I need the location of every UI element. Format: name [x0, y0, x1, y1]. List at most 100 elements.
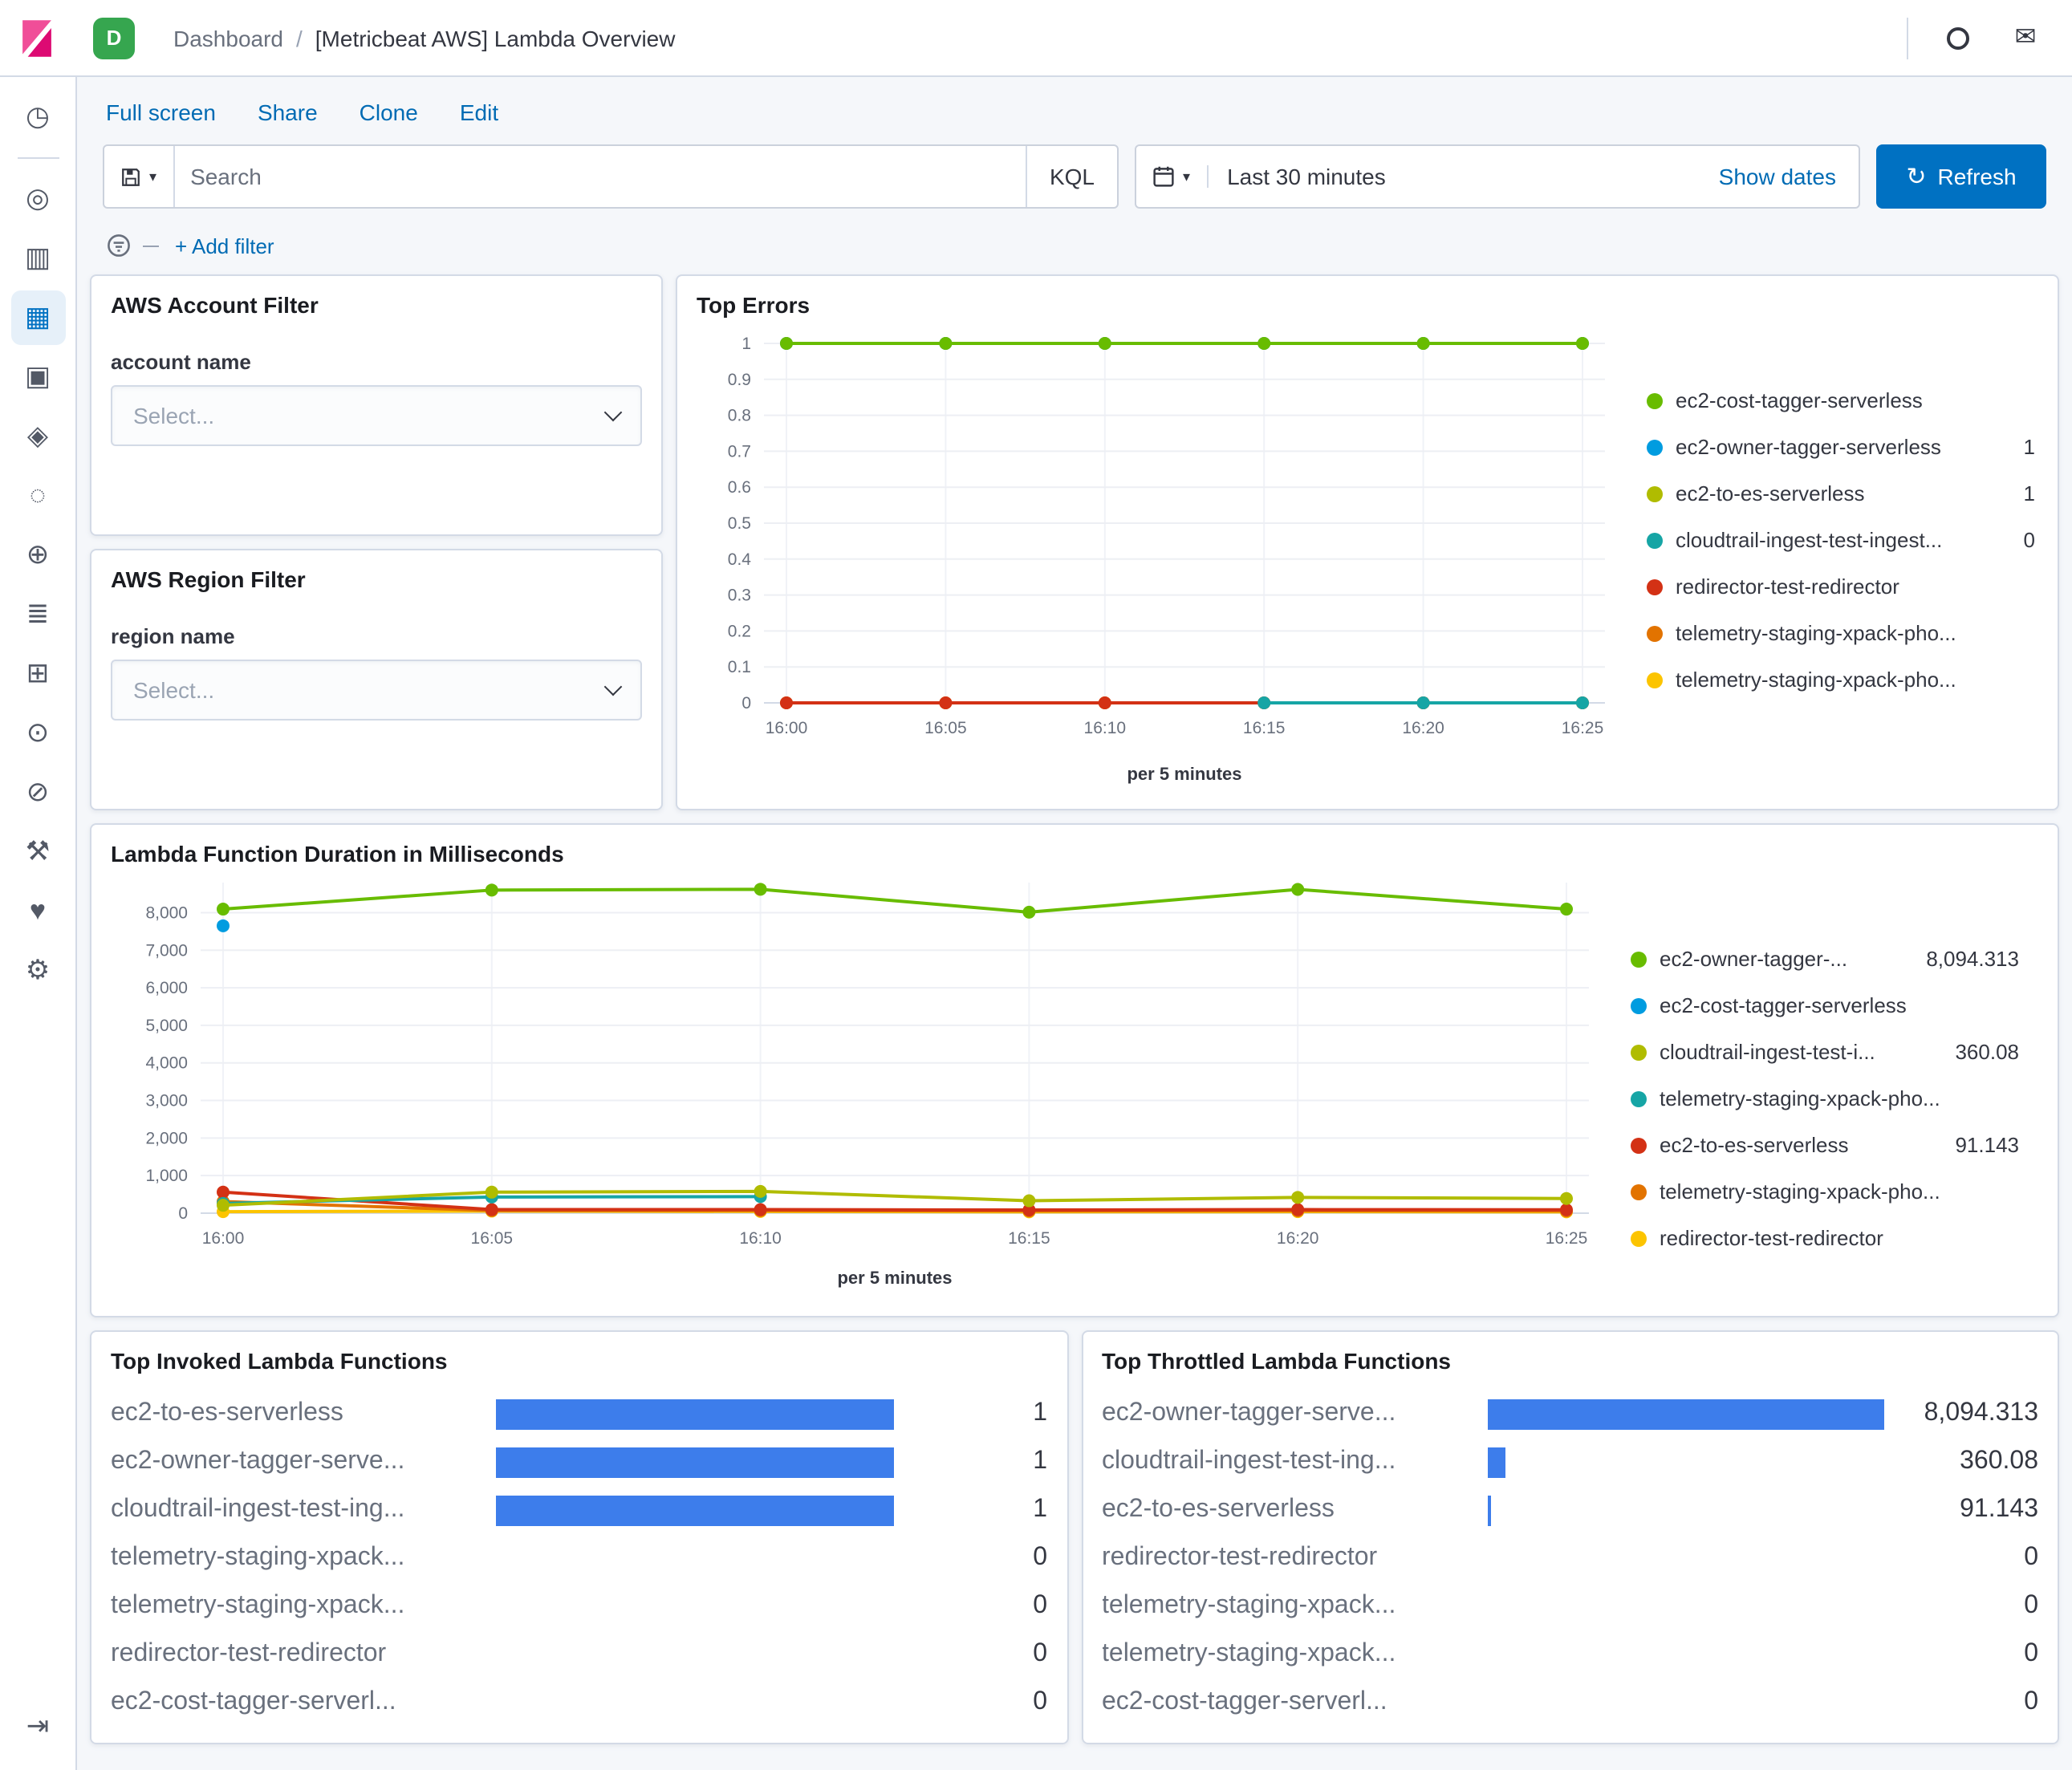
sidebar-item-uptime[interactable]: ⊙ [10, 706, 65, 761]
legend-item[interactable]: ec2-to-es-serverless 1 [1647, 481, 2035, 505]
legend-item[interactable]: cloudtrail-ingest-test-i... 360.08 [1631, 1040, 2019, 1064]
bar-fill[interactable] [496, 1399, 893, 1429]
data-point[interactable] [939, 696, 953, 709]
filter-icon[interactable] [106, 233, 132, 258]
bar-fill[interactable] [496, 1447, 893, 1477]
data-point[interactable] [1022, 1194, 1036, 1208]
legend-item[interactable]: telemetry-staging-xpack-pho... [1631, 1086, 2019, 1110]
time-range-button[interactable]: Last 30 minutes [1208, 164, 1405, 189]
edit-link[interactable]: Edit [460, 99, 498, 125]
legend-item[interactable]: redirector-test-redirector [1631, 1226, 2019, 1250]
legend-item[interactable]: ec2-owner-tagger-serverless 1 [1647, 435, 2035, 459]
bar-fill[interactable] [1487, 1447, 1505, 1477]
legend-item[interactable]: ec2-cost-tagger-serverless [1631, 993, 2019, 1017]
sidebar-item-stack-monitoring[interactable]: ♥ [10, 884, 65, 939]
data-point[interactable] [1576, 337, 1589, 350]
top-header: D Dashboard / [Metricbeat AWS] Lambda Ov… [0, 0, 2072, 77]
data-point[interactable] [217, 903, 230, 916]
sidebar-item-ingest[interactable]: ⊞ [10, 647, 65, 701]
data-point[interactable] [217, 1185, 230, 1199]
chevron-down-icon [603, 403, 623, 422]
data-point[interactable] [485, 883, 498, 897]
share-link[interactable]: Share [258, 99, 318, 125]
data-point[interactable] [1416, 696, 1430, 709]
save-query-button[interactable]: ▾ [104, 146, 175, 207]
bar-fill[interactable] [496, 1495, 893, 1525]
sidebar-item-management[interactable]: ⚙ [10, 944, 65, 998]
bar-fill[interactable] [1487, 1399, 1884, 1429]
data-point[interactable] [1098, 696, 1111, 709]
add-filter-link[interactable]: + Add filter [175, 233, 274, 258]
sidebar-item-visualize[interactable]: ▥ [10, 231, 65, 286]
sidebar-item-recently-viewed[interactable]: ◷ [10, 90, 65, 144]
search-input[interactable] [174, 146, 1026, 207]
data-point[interactable] [754, 1203, 767, 1216]
help-button[interactable] [1931, 10, 1985, 65]
data-point[interactable] [780, 337, 793, 350]
data-point[interactable] [485, 1185, 498, 1199]
bar-fill[interactable] [1487, 1495, 1492, 1525]
legend-item[interactable]: ec2-to-es-serverless 91.143 [1631, 1133, 2019, 1157]
data-point[interactable] [1291, 1203, 1305, 1216]
legend-item[interactable]: telemetry-staging-xpack-pho... [1631, 1179, 2019, 1204]
legend-item[interactable]: ec2-owner-tagger-... 8,094.313 [1631, 947, 2019, 971]
legend-value: 1 [2023, 435, 2035, 459]
bar-track [496, 1639, 893, 1670]
bar-track [496, 1447, 893, 1477]
data-point[interactable] [1560, 1192, 1573, 1205]
legend-label: cloudtrail-ingest-test-i... [1660, 1040, 1875, 1064]
calendar-button[interactable]: ▾ [1136, 165, 1209, 188]
account-name-select[interactable]: Select... [111, 385, 642, 446]
data-point[interactable] [1576, 696, 1589, 709]
data-point[interactable] [939, 337, 953, 350]
sidebar-item-graph[interactable]: ⊕ [10, 528, 65, 583]
data-point[interactable] [1098, 337, 1111, 350]
sidebar-item-maps[interactable]: ◈ [10, 409, 65, 464]
refresh-button[interactable]: ↻ Refresh [1876, 144, 2046, 209]
legend-item[interactable]: telemetry-staging-xpack-pho... [1647, 621, 2035, 645]
data-point[interactable] [1257, 696, 1271, 709]
data-point[interactable] [1416, 337, 1430, 350]
data-point[interactable] [1560, 903, 1573, 916]
sidebar-item-machine-learning[interactable]: ◌ [10, 469, 65, 523]
data-point[interactable] [485, 1203, 498, 1216]
clone-link[interactable]: Clone [360, 99, 418, 125]
legend-item[interactable]: cloudtrail-ingest-test-ingest... 0 [1647, 528, 2035, 552]
data-point[interactable] [1291, 1191, 1305, 1204]
bar-label: ec2-cost-tagger-serverl... [111, 1688, 396, 1715]
breadcrumb-dashboard-link[interactable]: Dashboard [173, 25, 283, 51]
bar-value: 1 [1033, 1496, 1047, 1523]
newsfeed-button[interactable]: ✉ [1998, 10, 2053, 65]
sidebar-item-dev-tools[interactable]: ⚒ [10, 825, 65, 879]
data-point[interactable] [217, 919, 230, 932]
canvas-icon: ▣ [24, 361, 51, 392]
kql-button[interactable]: KQL [1025, 146, 1117, 207]
sidebar-item-discover[interactable]: ◎ [10, 172, 65, 226]
show-dates-link[interactable]: Show dates [1696, 164, 1859, 189]
legend-label: cloudtrail-ingest-test-ingest... [1676, 528, 1943, 552]
sidebar-item-dashboard[interactable]: ▦ [10, 290, 65, 345]
legend-label: ec2-cost-tagger-serverless [1660, 993, 1907, 1017]
ingest-icon: ⊞ [26, 658, 50, 688]
legend-item[interactable]: ec2-cost-tagger-serverless [1647, 388, 2035, 412]
y-axis-label: 0.9 [728, 371, 751, 389]
sidebar-item-canvas[interactable]: ▣ [10, 350, 65, 404]
data-point[interactable] [1291, 883, 1305, 896]
collapse-menu-icon[interactable]: ⇥ [10, 1699, 65, 1754]
sidebar-item-logs[interactable]: ≣ [10, 587, 65, 642]
y-axis-label: 5,000 [145, 1017, 188, 1035]
space-badge[interactable]: D [93, 17, 135, 59]
data-point[interactable] [217, 1199, 230, 1212]
data-point[interactable] [1560, 1203, 1573, 1216]
region-name-select[interactable]: Select... [111, 660, 642, 721]
data-point[interactable] [780, 696, 793, 709]
legend-item[interactable]: telemetry-staging-xpack-pho... [1647, 668, 2035, 692]
full-screen-link[interactable]: Full screen [106, 99, 216, 125]
data-point[interactable] [754, 1184, 767, 1198]
sidebar-item-security[interactable]: ⊘ [10, 765, 65, 820]
data-point[interactable] [1022, 905, 1036, 919]
legend-item[interactable]: redirector-test-redirector [1647, 574, 2035, 599]
data-point[interactable] [754, 883, 767, 896]
kibana-logo[interactable] [16, 17, 58, 59]
data-point[interactable] [1257, 337, 1271, 350]
